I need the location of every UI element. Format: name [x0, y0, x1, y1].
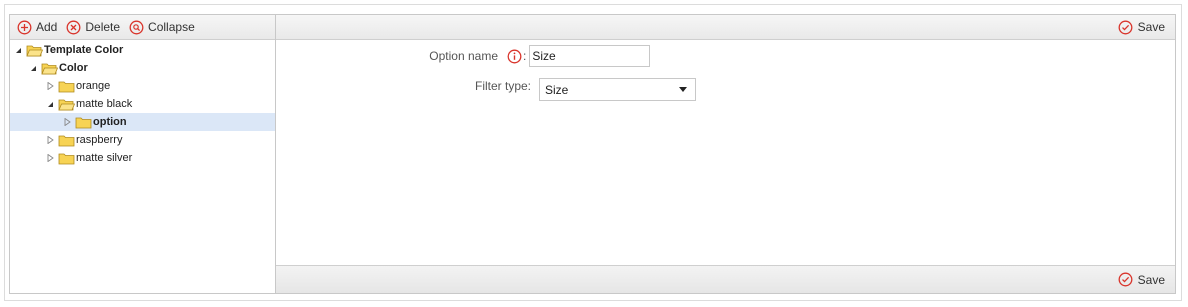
form-toolbar-top: Save	[276, 15, 1175, 40]
x-circle-icon	[66, 20, 81, 35]
collapsed-triangle-icon[interactable]	[46, 154, 55, 163]
add-label: Add	[36, 20, 58, 34]
collapse-button[interactable]: Collapse	[129, 20, 195, 35]
delete-label: Delete	[85, 20, 121, 34]
form-panel: Save Option name : Filter type: Size	[276, 15, 1175, 293]
option-name-row: Option name :	[416, 45, 651, 67]
caret-down-icon	[679, 87, 687, 92]
tree-item-raspberry[interactable]: raspberry	[10, 131, 275, 149]
filter-type-row: Filter type: Size	[426, 78, 696, 101]
tree-item-label: option	[93, 116, 127, 128]
expanded-triangle-icon[interactable]	[29, 64, 38, 73]
expanded-triangle-icon[interactable]	[46, 100, 55, 109]
tree-item-label: Template Color	[44, 44, 124, 56]
tree-item-matte-silver[interactable]: matte silver	[10, 149, 275, 167]
tree-toolbar: Add Delete Collapse	[10, 15, 275, 40]
save-button-top[interactable]: Save	[1118, 20, 1165, 35]
folder-open-icon	[58, 98, 75, 111]
folder-icon	[58, 80, 75, 93]
tree-item-label: matte black	[76, 98, 133, 110]
save-label: Save	[1137, 20, 1165, 34]
filter-type-value: Size	[545, 82, 569, 97]
save-button-bottom[interactable]: Save	[1118, 272, 1165, 287]
tree-item-color[interactable]: Color	[10, 59, 275, 77]
tree-item-label: Color	[59, 62, 88, 74]
folder-icon	[58, 134, 75, 147]
check-circle-icon	[1118, 272, 1133, 287]
collapsed-triangle-icon[interactable]	[46, 82, 55, 91]
category-tree: Template Color Color orange matte black	[10, 41, 275, 293]
tree-item-template-color[interactable]: Template Color	[10, 41, 275, 59]
filter-type-label: Filter type:	[474, 79, 531, 93]
folder-open-icon	[41, 62, 58, 75]
tree-item-label: matte silver	[76, 152, 133, 164]
collapsed-triangle-icon[interactable]	[46, 136, 55, 145]
tree-item-orange[interactable]: orange	[10, 77, 275, 95]
filter-type-select[interactable]: Size	[539, 78, 696, 101]
form-toolbar-bottom: Save	[276, 265, 1175, 293]
tree-panel: Add Delete Collapse Template Color Color…	[10, 15, 276, 293]
tree-item-label: raspberry	[76, 134, 123, 146]
magnifier-circle-icon	[129, 20, 144, 35]
collapsed-triangle-icon[interactable]	[63, 118, 72, 127]
save-label: Save	[1137, 272, 1165, 287]
option-name-input[interactable]	[529, 45, 651, 67]
tree-item-matte-black[interactable]: matte black	[10, 95, 275, 113]
folder-open-icon	[26, 44, 43, 57]
folder-icon	[75, 116, 92, 129]
expanded-triangle-icon[interactable]	[14, 46, 23, 55]
delete-button[interactable]: Delete	[66, 20, 120, 35]
add-button[interactable]: Add	[17, 20, 57, 35]
collapse-label: Collapse	[148, 20, 195, 34]
option-name-label: Option name	[429, 49, 498, 63]
tree-item-label: orange	[76, 80, 111, 92]
tree-item-option[interactable]: option	[10, 113, 275, 131]
folder-icon	[58, 152, 75, 165]
check-circle-icon	[1118, 20, 1133, 35]
editor-panel: Add Delete Collapse Template Color Color…	[9, 14, 1176, 294]
info-circle-icon[interactable]	[507, 49, 522, 64]
option-name-colon: :	[523, 49, 527, 63]
plus-circle-icon	[17, 20, 32, 35]
